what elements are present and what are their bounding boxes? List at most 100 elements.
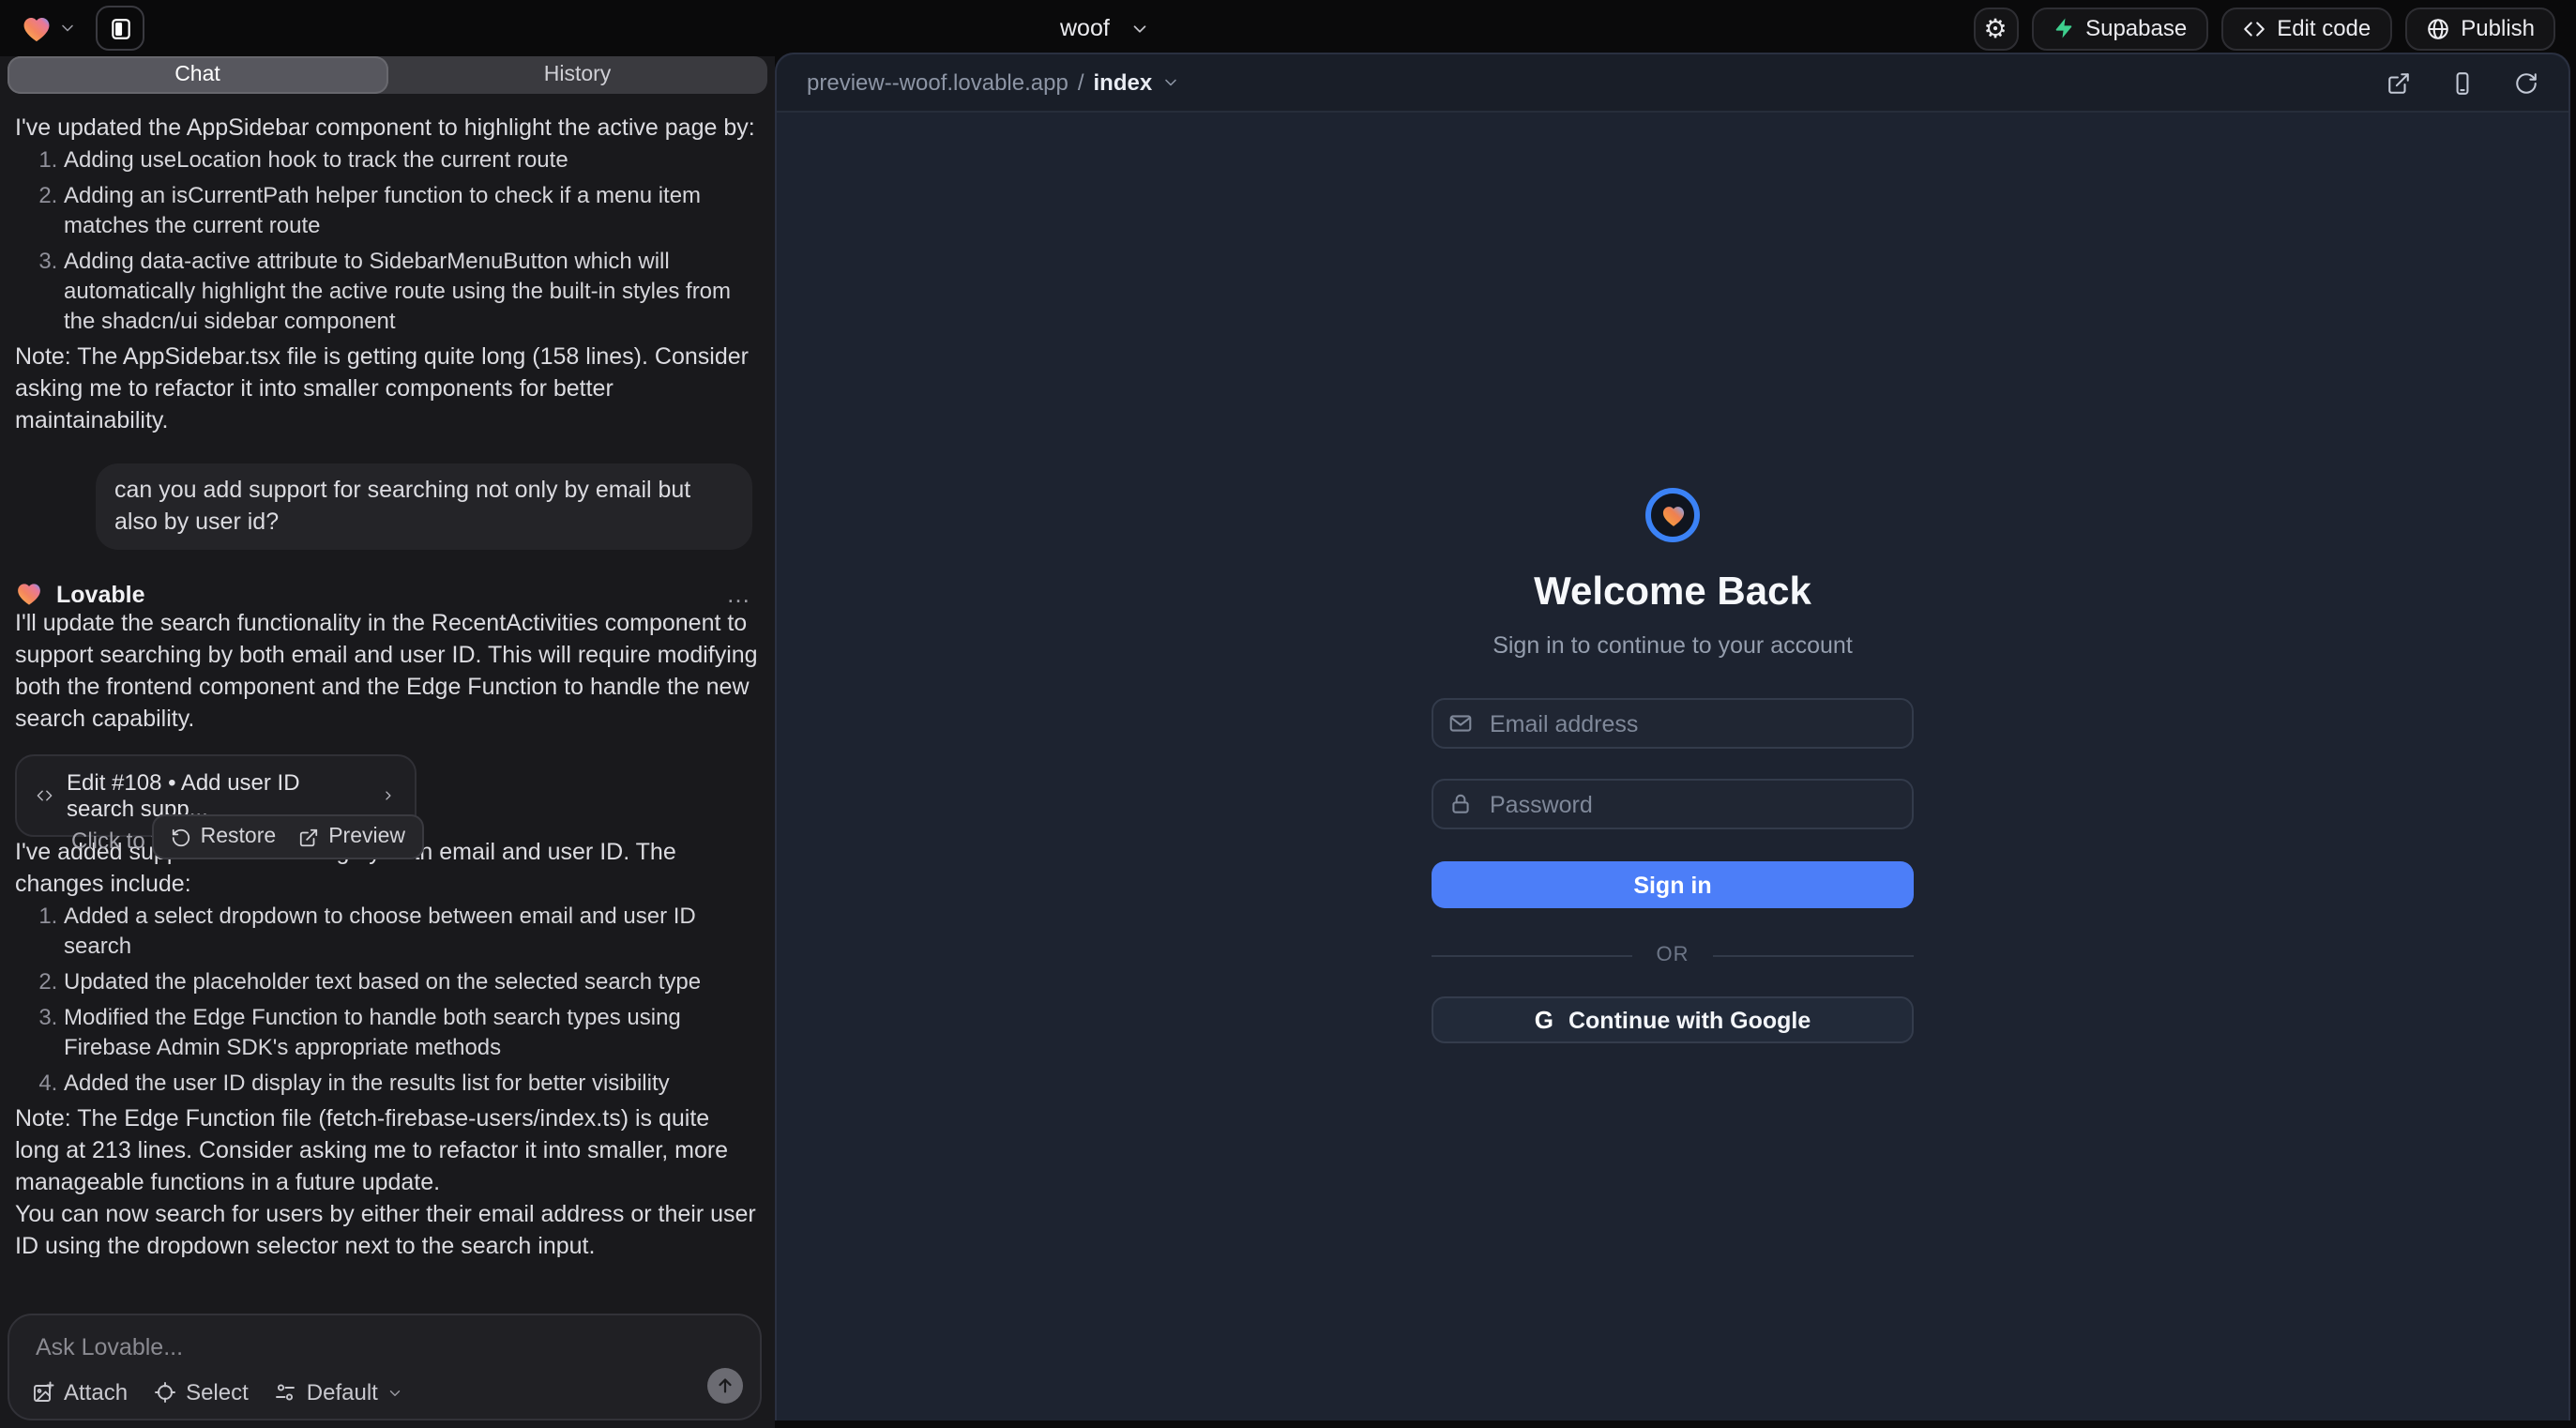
email-field[interactable] bbox=[1432, 698, 1914, 749]
chevron-down-icon bbox=[1130, 18, 1151, 38]
tab-history[interactable]: History bbox=[387, 56, 767, 94]
send-button[interactable] bbox=[707, 1368, 743, 1404]
more-options-icon[interactable]: … bbox=[726, 580, 752, 608]
list-item: Modified the Edge Function to handle bot… bbox=[64, 1002, 760, 1062]
topbar-actions: ⚙ Supabase Edit code Publish bbox=[1973, 7, 2555, 50]
publish-button[interactable]: Publish bbox=[2404, 7, 2555, 50]
restore-label: Restore bbox=[201, 826, 277, 848]
composer: Attach Select Default bbox=[8, 1314, 762, 1420]
assistant-list: Adding useLocation hook to track the cur… bbox=[15, 144, 760, 342]
select-label: Select bbox=[186, 1379, 249, 1405]
attach-image-icon bbox=[32, 1381, 54, 1404]
chevron-down-icon bbox=[58, 19, 77, 38]
settings-button[interactable]: ⚙ bbox=[1973, 7, 2018, 50]
list-item: Adding useLocation hook to track the cur… bbox=[64, 144, 760, 175]
edit-code-label: Edit code bbox=[2277, 15, 2371, 41]
user-message-bubble: can you add support for searching not on… bbox=[96, 463, 752, 550]
list-item: Added the user ID display in the results… bbox=[64, 1068, 760, 1098]
list-item: Adding data-active attribute to SidebarM… bbox=[64, 246, 760, 336]
login-subtitle: Sign in to continue to your account bbox=[1493, 632, 1853, 659]
publish-label: Publish bbox=[2461, 15, 2535, 41]
lovable-logo-menu[interactable] bbox=[21, 12, 77, 44]
restore-button[interactable]: Restore bbox=[171, 826, 277, 848]
toggle-sidebar-button[interactable] bbox=[96, 6, 144, 51]
top-bar: woof ⚙ Supabase Edit code Publish bbox=[0, 0, 2576, 56]
lock-icon bbox=[1448, 792, 1473, 816]
open-in-new-tab-icon[interactable] bbox=[2387, 70, 2411, 95]
assistant-paragraph: I've updated the AppSidebar component to… bbox=[15, 113, 760, 144]
arrow-up-icon bbox=[715, 1375, 735, 1396]
chat-messages[interactable]: I've updated the AppSidebar component to… bbox=[0, 101, 775, 1257]
chat-history-tabs: Chat History bbox=[8, 56, 767, 94]
chevron-down-icon bbox=[387, 1384, 404, 1401]
assistant-name: Lovable bbox=[56, 581, 145, 607]
user-message-text: can you add support for searching not on… bbox=[114, 475, 734, 539]
google-g-icon: G bbox=[1535, 1006, 1553, 1034]
external-link-icon bbox=[298, 827, 319, 847]
login-card: Welcome Back Sign in to continue to your… bbox=[1432, 113, 1914, 1420]
heart-icon bbox=[1659, 502, 1686, 528]
preview-content: Welcome Back Sign in to continue to your… bbox=[777, 113, 2568, 1420]
target-icon bbox=[154, 1381, 176, 1404]
assistant-list: Added a select dropdown to choose betwee… bbox=[15, 901, 760, 1103]
restore-icon bbox=[171, 827, 191, 847]
chat-panel: Chat History I've updated the AppSidebar… bbox=[0, 56, 775, 1428]
continue-with-google-button[interactable]: G Continue with Google bbox=[1432, 996, 1914, 1043]
or-label: OR bbox=[1657, 944, 1690, 966]
preview-url-bar[interactable]: preview--woof.lovable.app / index bbox=[777, 54, 2568, 113]
supabase-label: Supabase bbox=[2085, 15, 2187, 41]
list-item: Adding an isCurrentPath helper function … bbox=[64, 180, 760, 240]
code-icon bbox=[36, 784, 53, 807]
chevron-down-icon bbox=[1161, 73, 1180, 92]
preview-url-page: index bbox=[1094, 69, 1153, 96]
preview-button[interactable]: Preview bbox=[298, 826, 405, 848]
composer-toolbar: Attach Select Default bbox=[32, 1379, 404, 1405]
assistant-paragraph: You can now search for users by either t… bbox=[15, 1199, 760, 1257]
email-field-wrap bbox=[1432, 698, 1914, 749]
preview-url-host: preview--woof.lovable.app bbox=[807, 69, 1068, 96]
assistant-header: Lovable … bbox=[15, 580, 760, 608]
project-switcher[interactable]: woof bbox=[1060, 0, 1151, 56]
chevron-right-icon bbox=[381, 786, 396, 805]
lovable-heart-icon bbox=[15, 580, 43, 608]
assistant-paragraph: I'll update the search functionality in … bbox=[15, 608, 760, 736]
assistant-note: Note: The Edge Function file (fetch-fire… bbox=[15, 1103, 760, 1199]
list-item: Updated the placeholder text based on th… bbox=[64, 966, 760, 996]
divider-line bbox=[1714, 954, 1915, 956]
mail-icon bbox=[1448, 711, 1473, 736]
edit-card[interactable]: Edit #108 • Add user ID search supp... C… bbox=[15, 754, 417, 837]
google-button-label: Continue with Google bbox=[1568, 1007, 1811, 1033]
preview-label: Preview bbox=[328, 826, 405, 848]
tab-chat[interactable]: Chat bbox=[8, 56, 387, 94]
edit-code-button[interactable]: Edit code bbox=[2220, 7, 2391, 50]
password-field-wrap bbox=[1432, 779, 1914, 829]
or-divider: OR bbox=[1432, 944, 1914, 966]
supabase-button[interactable]: Supabase bbox=[2031, 7, 2207, 50]
divider-line bbox=[1432, 954, 1632, 956]
globe-icon bbox=[2425, 16, 2449, 40]
attach-label: Attach bbox=[64, 1379, 128, 1405]
mobile-view-icon[interactable] bbox=[2450, 70, 2475, 95]
refresh-icon[interactable] bbox=[2514, 70, 2538, 95]
preview-panel: preview--woof.lovable.app / index Welcom… bbox=[775, 53, 2570, 1420]
attach-button[interactable]: Attach bbox=[32, 1379, 128, 1405]
url-separator: / bbox=[1078, 69, 1084, 96]
app-logo bbox=[1645, 488, 1700, 542]
assistant-note: Note: The AppSidebar.tsx file is getting… bbox=[15, 342, 760, 437]
app-window: woof ⚙ Supabase Edit code Publish bbox=[0, 0, 2576, 1428]
project-name: woof bbox=[1060, 15, 1110, 41]
preview-actions bbox=[2387, 70, 2538, 95]
code-icon bbox=[2241, 16, 2265, 40]
sidebar-panel-icon bbox=[108, 16, 132, 40]
mode-label: Default bbox=[307, 1379, 378, 1405]
list-item: Added a select dropdown to choose betwee… bbox=[64, 901, 760, 961]
select-button[interactable]: Select bbox=[154, 1379, 249, 1405]
mode-selector[interactable]: Default bbox=[275, 1379, 404, 1405]
sign-in-button[interactable]: Sign in bbox=[1432, 861, 1914, 908]
lovable-heart-icon bbox=[21, 12, 53, 44]
chat-input[interactable] bbox=[32, 1330, 685, 1383]
edit-card-actions: Restore Preview bbox=[152, 814, 424, 859]
gear-icon: ⚙ bbox=[1984, 15, 2008, 41]
supabase-bolt-icon bbox=[2052, 17, 2074, 39]
password-field[interactable] bbox=[1432, 779, 1914, 829]
